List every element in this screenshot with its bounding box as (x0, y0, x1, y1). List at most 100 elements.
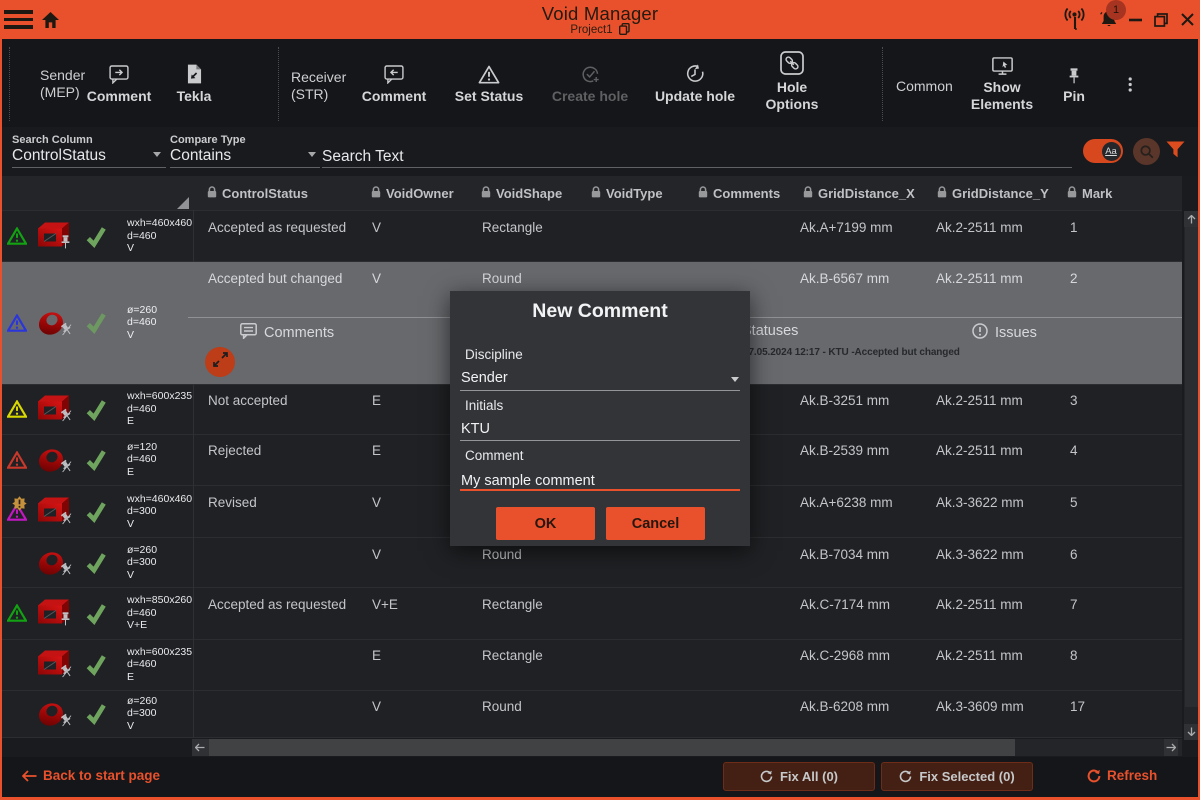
check-icon (86, 385, 110, 434)
check-icon (86, 211, 110, 261)
cell-griddistance-x: Ak.A+7199 mm (800, 220, 893, 235)
issues-label: Issues (995, 325, 1037, 341)
column-header-voidowner[interactable]: VoidOwner (371, 176, 454, 211)
vertical-scroll-thumb[interactable] (1185, 227, 1198, 707)
fix-selected-label: Fix Selected (0) (919, 769, 1014, 784)
scroll-left-button[interactable] (192, 739, 209, 756)
scroll-right-button[interactable] (1164, 739, 1178, 756)
column-header-comments[interactable]: Comments (698, 176, 780, 211)
app-title: Void Manager (0, 3, 1200, 25)
table-row-7[interactable]: wxh=850x260d=460V+EAccepted as requested… (2, 588, 1182, 640)
cell-voidshape: Rectangle (482, 597, 543, 612)
horizontal-scroll-thumb[interactable] (209, 739, 1015, 756)
cell-controlstatus: Accepted as requested (208, 220, 346, 235)
broadcast-icon[interactable] (1062, 0, 1086, 39)
column-header-voidtype[interactable]: VoidType (591, 176, 663, 211)
horizontal-scrollbar[interactable] (192, 739, 1182, 756)
pin-icon (60, 235, 71, 254)
column-header-griddistance_x[interactable]: GridDistance_X (803, 176, 915, 211)
toolbar-separator (9, 47, 10, 121)
dim-line: d=300 (127, 505, 192, 518)
more-options-button[interactable] (1075, 64, 1185, 130)
update-hole-button[interactable]: Update hole (640, 56, 750, 122)
table-row-8[interactable]: wxh=600x235d=460EERectangleAk.C-2968 mmA… (2, 640, 1182, 691)
restore-icon[interactable] (1153, 0, 1169, 39)
dimension-text: ø=120d=460E (127, 441, 157, 479)
dimension-text: wxh=600x235d=460E (127, 646, 192, 684)
toolbar-item-label: Update hole (655, 88, 735, 105)
table-row-9[interactable]: ø=260d=300VVRoundAk.B-6208 mmAk.3-3609 m… (2, 691, 1182, 738)
fix-all-button[interactable]: Fix All (0) (723, 762, 875, 791)
cell-mark: 3 (1070, 393, 1078, 408)
column-header-controlstatus[interactable]: ControlStatus (207, 176, 308, 211)
column-header-label: ControlStatus (222, 186, 308, 201)
back-to-start-link[interactable]: Back to start page (22, 768, 160, 783)
dim-line: d=460 (127, 403, 192, 416)
expand-row-button[interactable] (205, 347, 235, 377)
cell-griddistance-y: Ak.2-2511 mm (936, 597, 1023, 612)
close-icon[interactable] (1179, 0, 1195, 39)
cell-mark: 2 (1070, 271, 1078, 286)
toolbar-separator (882, 47, 883, 121)
search-bar: Search Column ControlStatus Compare Type… (2, 127, 1198, 176)
expand-arrows-icon (212, 351, 229, 373)
toolbar-separator (278, 47, 279, 121)
set-status-button[interactable]: Set Status (434, 56, 544, 122)
compare-type-select[interactable]: Compare Type Contains (170, 134, 320, 168)
search-column-select[interactable]: Search Column ControlStatus (12, 134, 166, 168)
create-hole-button[interactable]: Create hole (535, 56, 645, 122)
cell-griddistance-y: Ak.3-3622 mm (936, 495, 1024, 510)
unpin-icon (60, 511, 73, 531)
back-link-label: Back to start page (43, 768, 160, 783)
dim-line: d=300 (127, 707, 157, 720)
table-row-1[interactable]: wxh=460x460d=460VAccepted as requestedVR… (2, 211, 1182, 262)
grid-corner-icon[interactable] (177, 197, 189, 209)
dim-line: wxh=460x460 (127, 493, 192, 506)
chevron-down-icon (731, 377, 739, 382)
warning-triangle-icon (478, 56, 500, 84)
tekla-button[interactable]: Tekla (139, 56, 249, 122)
comment-receiver-button[interactable]: Comment (339, 56, 449, 122)
cancel-button[interactable]: Cancel (606, 507, 705, 540)
case-sensitive-toggle[interactable]: Aa (1083, 139, 1123, 163)
cell-griddistance-y: Ak.2-2511 mm (936, 271, 1023, 286)
hole-options-button[interactable]: Hole Options (737, 47, 847, 113)
initials-label: Initials (465, 398, 503, 413)
refresh-link[interactable]: Refresh (1087, 768, 1157, 783)
fix-refresh-icon (760, 770, 773, 783)
dim-line: d=460 (127, 230, 192, 243)
column-header-label: VoidShape (496, 186, 562, 201)
ok-button[interactable]: OK (496, 507, 595, 540)
issues-icon (972, 323, 988, 343)
field-underline-active (460, 489, 740, 491)
scroll-up-button[interactable] (1184, 211, 1199, 227)
cell-griddistance-x: Ak.B-6208 mm (800, 699, 889, 714)
vertical-scrollbar[interactable] (1184, 211, 1199, 740)
dim-line: V+E (127, 620, 192, 633)
column-header-voidshape[interactable]: VoidShape (481, 176, 562, 211)
cell-voidshape: Rectangle (482, 648, 543, 663)
comment-input[interactable]: My sample comment (461, 473, 595, 489)
comments-label: Comments (264, 325, 334, 341)
search-text-input[interactable]: Search Text (322, 134, 1072, 168)
dim-line: ø=260 (127, 304, 157, 317)
discipline-select[interactable]: Sender (461, 370, 508, 386)
minimize-icon[interactable] (1128, 0, 1142, 39)
initials-input[interactable]: KTU (461, 421, 490, 437)
column-header-griddistance_y[interactable]: GridDistance_Y (937, 176, 1049, 211)
lock-icon (803, 186, 813, 201)
fix-selected-button[interactable]: Fix Selected (0) (881, 762, 1033, 791)
filter-icon[interactable] (1166, 141, 1185, 165)
tekla-file-icon (187, 56, 202, 84)
search-button[interactable] (1133, 138, 1160, 165)
statuses-section-header: Statuses (742, 323, 798, 339)
check-icon (86, 538, 110, 587)
check-icon (86, 435, 110, 486)
cell-voidowner: V+E (372, 597, 398, 612)
scroll-down-button[interactable] (1184, 724, 1199, 740)
case-toggle-knob: Aa (1102, 142, 1121, 161)
lock-icon (207, 186, 217, 201)
copy-icon[interactable] (619, 23, 630, 38)
column-header-mark[interactable]: Mark (1067, 176, 1112, 211)
field-underline (12, 167, 166, 168)
